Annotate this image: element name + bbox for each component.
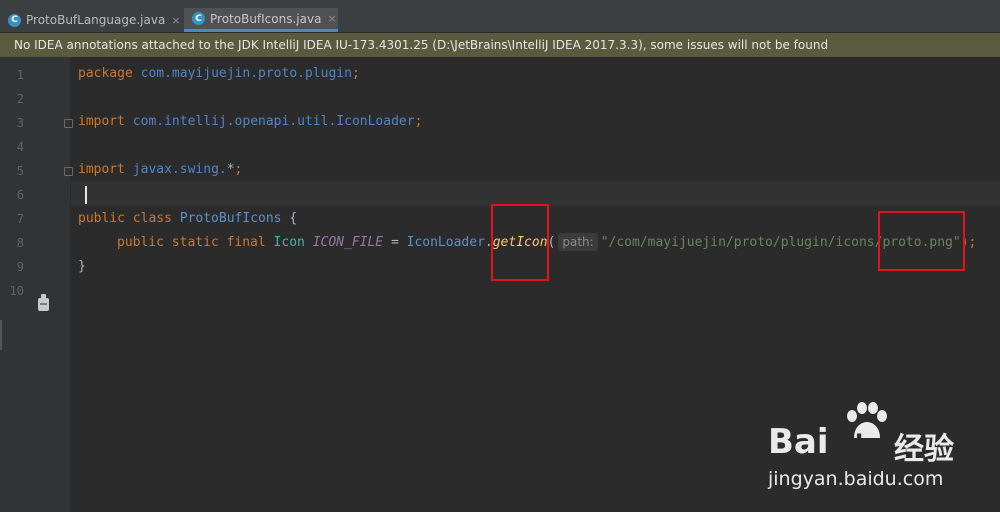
- close-icon[interactable]: ×: [327, 12, 336, 25]
- wildcard: *: [226, 162, 235, 177]
- code-line-9: }: [78, 255, 86, 279]
- import-name: javax.swing.: [132, 162, 227, 177]
- line-number: 10: [9, 284, 24, 298]
- line-number: 7: [16, 212, 24, 226]
- gutter-edge-marker: [0, 320, 2, 350]
- watermark-url: jingyan.baidu.com: [768, 468, 944, 490]
- watermark-brand-du: du: [846, 430, 881, 458]
- keyword: package: [78, 66, 133, 81]
- line-number-gutter: 1 2 3 4 5 6 7 8 9 10: [0, 57, 73, 512]
- semicolon: ;: [351, 66, 360, 81]
- class-name: ProtoBufIcons: [179, 211, 282, 226]
- line-number: 4: [16, 140, 24, 154]
- watermark-brand-cn: 经验: [894, 432, 954, 467]
- tab-protobuflanguage[interactable]: C ProtoBufLanguage.java ×: [0, 8, 183, 32]
- keyword: import: [78, 114, 125, 129]
- tab-protobuficons[interactable]: C ProtoBufIcons.java ×: [184, 8, 338, 32]
- semicolon: ;: [234, 162, 243, 177]
- import-name: com.intellij.openapi.util.IconLoader: [132, 114, 415, 129]
- line-number: 5: [16, 164, 24, 178]
- tab-label: ProtoBufLanguage.java: [26, 13, 166, 27]
- line-number: 2: [16, 92, 24, 106]
- close-icon[interactable]: ×: [171, 14, 180, 27]
- highlight-box-method: [491, 204, 549, 281]
- semicolon: ;: [414, 114, 423, 129]
- window-top-strip: [0, 0, 1000, 8]
- class-file-icon: C: [192, 12, 205, 25]
- package-name: com.mayijuejin.proto.plugin: [140, 66, 352, 81]
- notification-banner: No IDEA annotations attached to the JDK …: [0, 33, 1000, 57]
- current-line-highlight: [71, 182, 1000, 206]
- watermark-brand-latin: Bai: [768, 422, 829, 462]
- tab-label: ProtoBufIcons.java: [210, 11, 322, 26]
- highlight-box-filename: [878, 211, 965, 271]
- field-name: ICON_FILE: [312, 235, 384, 250]
- parameter-hint: path:: [558, 233, 598, 251]
- code-line-7: public class ProtoBufIcons {: [78, 207, 297, 231]
- class-reference: IconLoader: [406, 235, 485, 250]
- code-line-3: import com.intellij.openapi.util.IconLoa…: [78, 110, 422, 134]
- keyword: public static final: [117, 235, 266, 250]
- keyword: public class: [78, 211, 172, 226]
- close-brace: }: [78, 259, 86, 274]
- open-brace: {: [289, 211, 298, 226]
- line-number: 1: [16, 68, 24, 82]
- code-line-5: import javax.swing.*;: [78, 158, 242, 182]
- bean-gutter-icon[interactable]: [36, 292, 51, 312]
- line-number: 9: [16, 260, 24, 274]
- class-file-icon: C: [8, 13, 21, 27]
- assign-operator: =: [390, 235, 399, 250]
- code-line-1: package com.mayijuejin.proto.plugin;: [78, 62, 360, 86]
- baidu-jingyan-watermark: Bai du 经验 jingyan.baidu.com: [760, 400, 1000, 510]
- type-name: Icon: [273, 235, 305, 250]
- editor-tab-bar: C ProtoBufLanguage.java × C ProtoBufIcon…: [0, 8, 1000, 33]
- keyword: import: [78, 162, 125, 177]
- text-caret: [85, 186, 87, 204]
- line-number: 3: [16, 116, 24, 130]
- banner-text: No IDEA annotations attached to the JDK …: [14, 38, 829, 52]
- line-number: 8: [16, 236, 24, 250]
- line-number: 6: [16, 188, 24, 202]
